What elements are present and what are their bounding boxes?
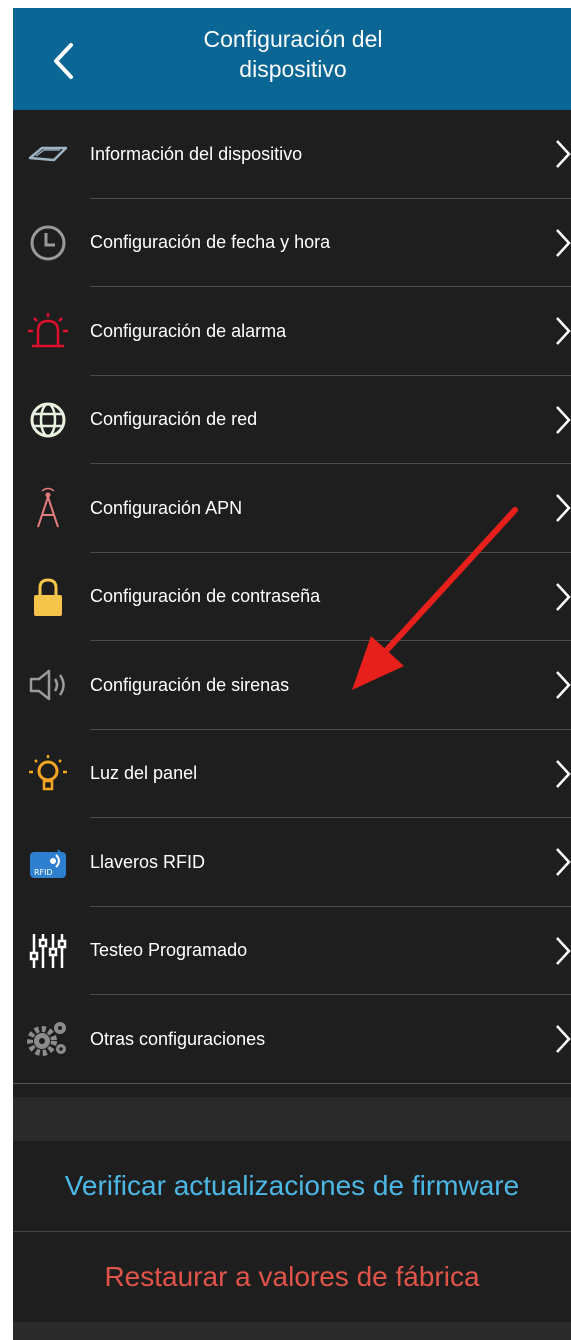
menu-item-label: Otras configuraciones xyxy=(90,1028,266,1049)
chevron-right-icon xyxy=(556,671,571,700)
page-title-line2: dispositivo xyxy=(239,56,347,82)
menu-item-label: Configuración de fecha y hora xyxy=(90,232,331,253)
menu-item-rfid[interactable]: RFID Llaveros RFID xyxy=(13,818,571,907)
chevron-right-icon xyxy=(556,1025,571,1054)
menu-item-scheduled-test[interactable]: Testeo Programado xyxy=(13,907,571,996)
back-button[interactable] xyxy=(43,38,83,84)
chevron-left-icon xyxy=(54,43,73,79)
device-info-icon xyxy=(25,131,71,177)
menu-item-sirens[interactable]: Configuración de sirenas xyxy=(13,641,571,730)
chevron-right-icon xyxy=(556,317,571,346)
menu-item-label: Configuración de red xyxy=(90,409,258,430)
chevron-right-icon xyxy=(556,759,571,788)
device-settings-screen: Configuración del dispositivo Informació… xyxy=(13,8,571,1340)
app-header: Configuración del dispositivo xyxy=(13,8,571,110)
menu-item-label: Testeo Programado xyxy=(90,940,248,961)
menu-item-other-settings[interactable]: Otras configuraciones xyxy=(13,995,571,1084)
svg-text:RFID: RFID xyxy=(34,868,53,877)
antenna-tower-icon xyxy=(25,485,71,531)
menu-item-panel-light[interactable]: Luz del panel xyxy=(13,730,571,819)
check-firmware-button[interactable]: Verificar actualizaciones de firmware xyxy=(13,1141,571,1231)
chevron-right-icon xyxy=(556,140,571,169)
chevron-right-icon xyxy=(556,848,571,877)
clock-icon xyxy=(25,220,71,266)
bottom-band xyxy=(13,1322,571,1340)
chevron-right-icon xyxy=(556,582,571,611)
globe-icon xyxy=(25,397,71,443)
menu-item-apn[interactable]: Configuración APN xyxy=(13,464,571,553)
menu-item-label: Llaveros RFID xyxy=(90,851,206,872)
menu-item-label: Luz del panel xyxy=(90,763,198,784)
chevron-right-icon xyxy=(556,228,571,257)
padlock-icon xyxy=(25,574,71,620)
alarm-siren-icon xyxy=(25,308,71,354)
factory-reset-button[interactable]: Restaurar a valores de fábrica xyxy=(13,1232,571,1322)
menu-item-label: Configuración de sirenas xyxy=(90,674,290,695)
chevron-right-icon xyxy=(556,405,571,434)
light-bulb-icon xyxy=(25,751,71,797)
menu-item-label: Configuración APN xyxy=(90,497,243,518)
menu-item-alarm[interactable]: Configuración de alarma xyxy=(13,287,571,376)
rfid-tag-icon: RFID xyxy=(25,839,71,885)
menu-item-network[interactable]: Configuración de red xyxy=(13,376,571,465)
menu-item-label: Configuración de alarma xyxy=(90,320,287,341)
sliders-icon xyxy=(25,928,71,974)
settings-list: Información del dispositivo Configuració… xyxy=(13,110,571,1084)
menu-item-label: Información del dispositivo xyxy=(90,143,303,164)
menu-item-date-time[interactable]: Configuración de fecha y hora xyxy=(13,199,571,288)
page-title: Configuración del dispositivo xyxy=(163,24,423,84)
chevron-right-icon xyxy=(556,936,571,965)
menu-item-label: Configuración de contraseña xyxy=(90,586,321,607)
speaker-icon xyxy=(25,662,71,708)
page-title-line1: Configuración del xyxy=(203,26,383,52)
menu-item-password[interactable]: Configuración de contraseña xyxy=(13,553,571,642)
menu-item-device-info[interactable]: Información del dispositivo xyxy=(13,110,571,199)
gears-icon xyxy=(25,1016,71,1062)
chevron-right-icon xyxy=(556,494,571,523)
